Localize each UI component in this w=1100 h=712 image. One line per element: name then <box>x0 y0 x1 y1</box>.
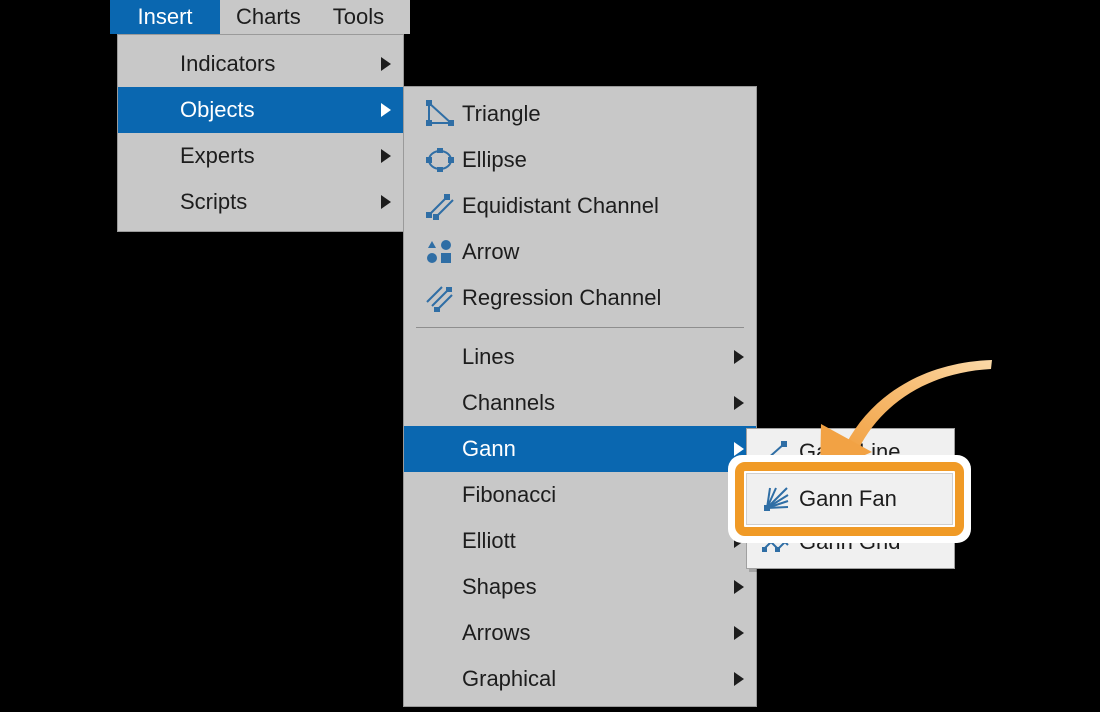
chevron-right-icon <box>734 580 744 594</box>
menubar-item-charts-label: Charts <box>236 4 301 30</box>
triangle-icon <box>418 100 462 128</box>
chevron-right-icon <box>381 149 391 163</box>
chevron-right-icon <box>381 103 391 117</box>
menu-item-indicators-label: Indicators <box>180 51 275 77</box>
menu-item-gann-label: Gann <box>462 436 516 462</box>
menu-item-ellipse[interactable]: Ellipse <box>404 137 756 183</box>
menu-item-experts[interactable]: Experts <box>118 133 403 179</box>
menu-item-fibonacci[interactable]: Fibonacci <box>404 472 756 518</box>
menu-item-objects[interactable]: Objects <box>118 87 403 133</box>
menu-item-experts-label: Experts <box>180 143 255 169</box>
menu-item-scripts-label: Scripts <box>180 189 247 215</box>
menu-item-channels-label: Channels <box>462 390 555 416</box>
menu-item-shapes[interactable]: Shapes <box>404 564 756 610</box>
menu-item-indicators[interactable]: Indicators <box>118 41 403 87</box>
menubar-item-insert[interactable]: Insert <box>110 0 220 34</box>
menu-item-scripts[interactable]: Scripts <box>118 179 403 225</box>
menu-item-regression-channel-label: Regression Channel <box>462 285 661 311</box>
highlighted-menu-item-gann-fan[interactable]: Gann Fan <box>746 473 953 525</box>
menubar-item-tools[interactable]: Tools <box>317 0 400 34</box>
menu-separator <box>416 327 744 328</box>
menu-item-arrow-label: Arrow <box>462 239 519 265</box>
menu-item-regression-channel[interactable]: Regression Channel <box>404 275 756 321</box>
menubar: Insert Charts Tools <box>110 0 410 34</box>
menubar-item-tools-label: Tools <box>333 4 384 30</box>
menu-item-gann[interactable]: Gann <box>404 426 756 472</box>
menu-item-graphical[interactable]: Graphical <box>404 656 756 702</box>
chevron-right-icon <box>734 442 744 456</box>
chevron-right-icon <box>734 626 744 640</box>
menu-item-elliott-label: Elliott <box>462 528 516 554</box>
menubar-item-charts[interactable]: Charts <box>220 0 317 34</box>
menu-item-triangle[interactable]: Triangle <box>404 91 756 137</box>
menu-item-triangle-label: Triangle <box>462 101 541 127</box>
menu-item-ellipse-label: Ellipse <box>462 147 527 173</box>
menu-item-elliott[interactable]: Elliott <box>404 518 756 564</box>
menu-item-equidistant-channel-label: Equidistant Channel <box>462 193 659 219</box>
menu-item-channels[interactable]: Channels <box>404 380 756 426</box>
menu-item-arrows-label: Arrows <box>462 620 530 646</box>
chevron-right-icon <box>734 396 744 410</box>
menu-item-fibonacci-label: Fibonacci <box>462 482 556 508</box>
highlight-callout-box: Gann Fan <box>728 455 971 543</box>
regression-channel-icon <box>418 284 462 312</box>
menu-item-equidistant-channel[interactable]: Equidistant Channel <box>404 183 756 229</box>
menu-item-lines[interactable]: Lines <box>404 334 756 380</box>
menu-item-shapes-label: Shapes <box>462 574 537 600</box>
chevron-right-icon <box>381 57 391 71</box>
ellipse-icon <box>418 146 462 174</box>
gann-fan-icon <box>753 486 799 512</box>
chevron-right-icon <box>381 195 391 209</box>
objects-submenu: Triangle Ellipse <box>403 86 757 707</box>
insert-dropdown-menu: Indicators Objects Experts Scripts <box>117 34 404 232</box>
menubar-item-insert-label: Insert <box>137 4 192 30</box>
menu-item-objects-label: Objects <box>180 97 255 123</box>
screen-root: Insert Charts Tools Indicators Objects E… <box>0 0 1100 712</box>
menu-item-lines-label: Lines <box>462 344 515 370</box>
equidistant-channel-icon <box>418 192 462 220</box>
highlighted-menu-item-label: Gann Fan <box>799 486 897 512</box>
chevron-right-icon <box>734 672 744 686</box>
menu-item-arrows[interactable]: Arrows <box>404 610 756 656</box>
menu-item-graphical-label: Graphical <box>462 666 556 692</box>
menu-item-arrow[interactable]: Arrow <box>404 229 756 275</box>
arrow-shapes-icon <box>418 238 462 266</box>
chevron-right-icon <box>734 350 744 364</box>
